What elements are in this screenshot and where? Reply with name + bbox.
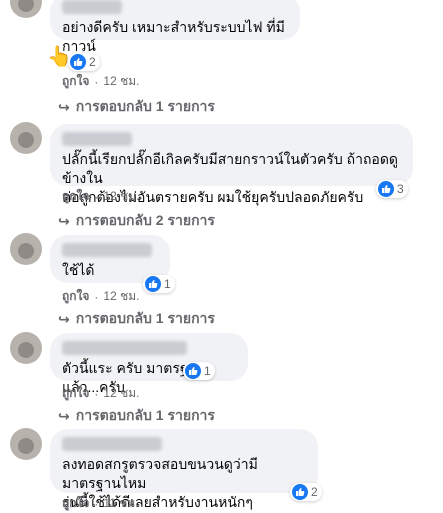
reaction-count[interactable]: 1 — [143, 275, 175, 293]
replies-label: การตอบกลับ 1 รายการ — [75, 310, 215, 326]
commenter-name-redacted[interactable] — [62, 243, 152, 257]
like-icon — [145, 276, 161, 292]
like-button[interactable]: ถูกใจ — [62, 384, 89, 403]
timestamp[interactable]: 11 ชม. — [103, 494, 138, 513]
comment-text: ใช้ได้ — [62, 262, 95, 278]
reply-arrow-icon: ↪ — [58, 212, 70, 229]
comment-meta: ถูกใจ · 12 ชม. — [62, 187, 140, 206]
timestamp[interactable]: 12 ชม. — [103, 384, 139, 403]
like-icon — [378, 181, 394, 197]
comment-meta: ถูกใจ · 12 ชม. — [62, 72, 140, 91]
like-icon — [292, 484, 308, 500]
comment-bubble: ตัวนี้แระ ครับ มาตรฐานแล้ว...ครับ — [50, 333, 248, 395]
comment-bubble: อย่างดีครับ เหมาะสำหรับระบบไฟ ที่มีกาวน์ — [50, 0, 300, 54]
view-replies-button[interactable]: ↪ การตอบกลับ 1 รายการ — [58, 308, 215, 330]
commenter-name-redacted[interactable] — [62, 132, 132, 146]
commenter-name-redacted[interactable] — [62, 437, 162, 451]
avatar[interactable] — [10, 332, 42, 364]
like-icon — [70, 54, 86, 70]
reaction-number: 3 — [397, 182, 404, 196]
view-replies-button[interactable]: ↪ การตอบกลับ 1 รายการ — [58, 405, 215, 427]
reaction-count[interactable]: 2 — [68, 53, 100, 71]
replies-label: การตอบกลับ 1 รายการ — [75, 407, 215, 423]
reply-arrow-icon: ↪ — [58, 407, 70, 424]
reaction-number: 1 — [164, 277, 171, 291]
reaction-number: 1 — [204, 364, 211, 378]
like-button[interactable]: ถูกใจ — [62, 187, 89, 206]
replies-label: การตอบกลับ 1 รายการ — [75, 98, 215, 114]
reply-arrow-icon: ↪ — [58, 310, 70, 327]
view-replies-button[interactable]: ↪ การตอบกลับ 2 รายการ — [58, 210, 215, 232]
like-icon — [185, 363, 201, 379]
reaction-count[interactable]: 1 — [183, 362, 215, 380]
comment-meta: ถูกใจ · 11 ชม. — [62, 494, 139, 513]
comment-bubble: ปลั๊กนี้เรียกปลั๊กอีเกิลครับมีสายกราวน์ใ… — [50, 124, 413, 205]
reply-arrow-icon: ↪ — [58, 98, 70, 115]
timestamp[interactable]: 12 ชม. — [103, 287, 139, 306]
reaction-number: 2 — [89, 55, 96, 69]
avatar[interactable] — [10, 0, 42, 18]
view-replies-button[interactable]: ↪ การตอบกลับ 1 รายการ — [58, 96, 215, 118]
reaction-count[interactable]: 3 — [376, 180, 408, 198]
avatar[interactable] — [10, 233, 42, 265]
comment-meta: ถูกใจ · 12 ชม. — [62, 287, 140, 306]
separator: · — [94, 74, 99, 89]
timestamp[interactable]: 12 ชม. — [103, 187, 139, 206]
like-button[interactable]: ถูกใจ — [62, 287, 89, 306]
avatar[interactable] — [10, 122, 42, 154]
avatar[interactable] — [10, 428, 42, 460]
separator: · — [94, 496, 99, 511]
commenter-name-redacted[interactable] — [62, 341, 187, 355]
replies-label: การตอบกลับ 2 รายการ — [75, 212, 215, 228]
like-button[interactable]: ถูกใจ — [62, 494, 89, 513]
separator: · — [94, 289, 99, 304]
like-button[interactable]: ถูกใจ — [62, 72, 89, 91]
reaction-count[interactable]: 2 — [290, 483, 322, 501]
separator: · — [94, 386, 99, 401]
comment-bubble: ลงทอดสกรูตรวจสอบขนวนดูว่ามีมาตรฐานไหม รุ… — [50, 429, 318, 510]
comment-text: อย่างดีครับ เหมาะสำหรับระบบไฟ ที่มีกาวน์ — [62, 19, 285, 54]
separator: · — [94, 189, 99, 204]
reaction-number: 2 — [311, 485, 318, 499]
comment-meta: ถูกใจ · 12 ชม. — [62, 384, 140, 403]
commenter-name-redacted[interactable] — [62, 0, 122, 14]
timestamp[interactable]: 12 ชม. — [103, 72, 139, 91]
